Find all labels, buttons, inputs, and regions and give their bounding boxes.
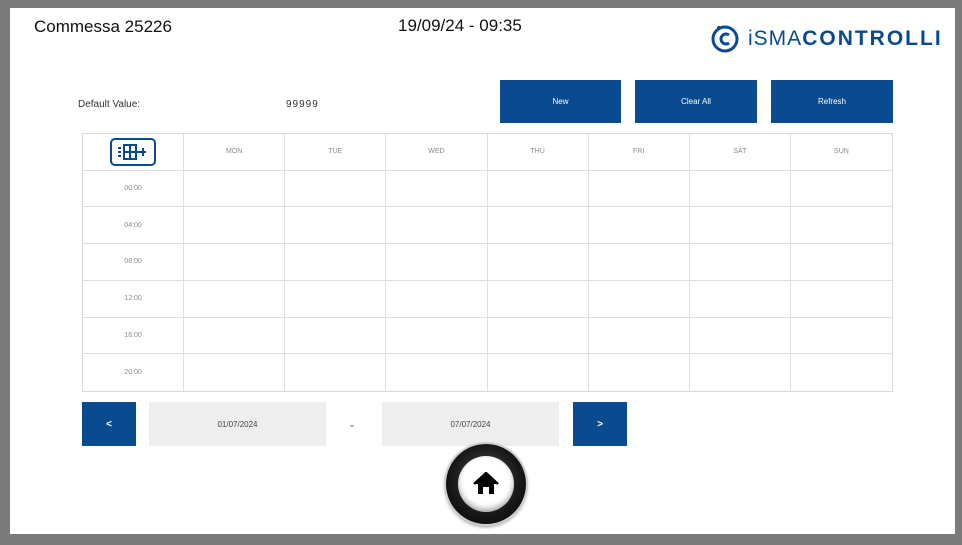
schedule-cell[interactable] <box>689 317 791 355</box>
schedule-cell[interactable] <box>184 207 286 245</box>
time-label: 08:00 <box>83 244 185 281</box>
ismacontrolli-logo: iSMACONTROLLI <box>710 22 943 56</box>
schedule-cell[interactable] <box>386 207 488 245</box>
schedule-cell[interactable] <box>790 281 892 318</box>
schedule-cell[interactable] <box>487 170 589 208</box>
schedule-cell[interactable] <box>184 354 286 391</box>
schedule-cell[interactable] <box>689 207 791 245</box>
schedule-cell[interactable] <box>184 317 286 355</box>
day-header: SAT <box>689 134 791 171</box>
time-label: 12:00 <box>83 280 185 318</box>
day-header: MON <box>184 134 286 171</box>
schedule-cell[interactable] <box>285 207 387 245</box>
schedule-cell[interactable] <box>589 354 690 391</box>
home-button-face <box>458 456 514 512</box>
schedule-cell[interactable] <box>487 244 589 281</box>
day-header: WED <box>386 134 488 171</box>
date-from-field[interactable]: 01/07/2024 <box>149 402 326 446</box>
schedule-cell[interactable] <box>790 171 892 208</box>
schedule-menu-button[interactable] <box>110 137 157 166</box>
schedule-cell[interactable] <box>184 280 286 318</box>
schedule-cell[interactable] <box>588 170 690 208</box>
schedule-cell[interactable] <box>487 317 589 355</box>
schedule-cell[interactable] <box>790 318 892 355</box>
day-header: TUE <box>285 134 387 171</box>
schedule-cell[interactable] <box>690 354 791 391</box>
schedule-cell[interactable] <box>487 207 589 245</box>
next-week-button[interactable]: > <box>573 402 627 446</box>
new-button[interactable]: New <box>500 80 621 123</box>
job-title: Commessa 25226 <box>34 17 172 36</box>
schedule-cell[interactable] <box>285 280 387 318</box>
schedule-cell[interactable] <box>386 244 488 281</box>
schedule-cell[interactable] <box>689 244 791 281</box>
schedule-cell[interactable] <box>488 354 589 391</box>
time-label: 04:00 <box>83 207 185 245</box>
logo-mark-icon <box>711 25 739 53</box>
schedule-cell[interactable] <box>285 354 387 391</box>
home-icon <box>473 472 499 494</box>
clear-all-button[interactable]: Clear All <box>635 80 757 123</box>
hmi-screen: Commessa 25226 19/09/24 - 09:35 iSMACONT… <box>10 8 955 534</box>
schedule-cell[interactable] <box>184 170 286 208</box>
schedule-cell[interactable] <box>285 317 387 355</box>
schedule-cell[interactable] <box>184 244 286 281</box>
schedule-grid: MON TUE WED THU FRI SAT SUN 00:00 04:00 … <box>82 133 893 392</box>
default-value-label: Default Value: <box>78 99 141 110</box>
schedule-cell[interactable] <box>386 280 488 318</box>
date-range-separator: - <box>350 418 354 432</box>
time-label: 00:00 <box>83 170 185 208</box>
schedule-cell[interactable] <box>588 317 690 355</box>
previous-week-button[interactable]: < <box>82 402 136 446</box>
schedule-cell[interactable] <box>386 354 488 391</box>
datetime-display: 19/09/24 - 09:35 <box>398 16 522 35</box>
schedule-cell[interactable] <box>285 244 387 281</box>
schedule-cell[interactable] <box>689 170 791 208</box>
default-value[interactable]: 99999 <box>286 99 319 110</box>
schedule-cell[interactable] <box>588 244 690 281</box>
day-header: THU <box>487 134 589 171</box>
day-header: SUN <box>790 134 892 171</box>
schedule-cell[interactable] <box>386 170 488 208</box>
time-label: 20:00 <box>83 354 185 391</box>
logo-text: iSMACONTROLLI <box>748 27 943 50</box>
schedule-cell[interactable] <box>588 280 690 318</box>
schedule-cell[interactable] <box>790 207 892 245</box>
date-to-field[interactable]: 07/07/2024 <box>382 402 559 446</box>
schedule-grid-icon <box>118 143 147 160</box>
schedule-cell[interactable] <box>285 170 387 208</box>
refresh-button[interactable]: Refresh <box>771 80 893 123</box>
home-button[interactable] <box>446 444 526 524</box>
schedule-cell[interactable] <box>791 354 892 391</box>
schedule-corner <box>83 134 185 171</box>
day-header: FRI <box>588 134 690 171</box>
schedule-cell[interactable] <box>790 244 892 281</box>
time-label: 16:00 <box>83 317 185 355</box>
schedule-cell[interactable] <box>689 280 791 318</box>
schedule-cell[interactable] <box>588 207 690 245</box>
schedule-cell[interactable] <box>386 317 488 355</box>
schedule-cell[interactable] <box>487 280 589 318</box>
